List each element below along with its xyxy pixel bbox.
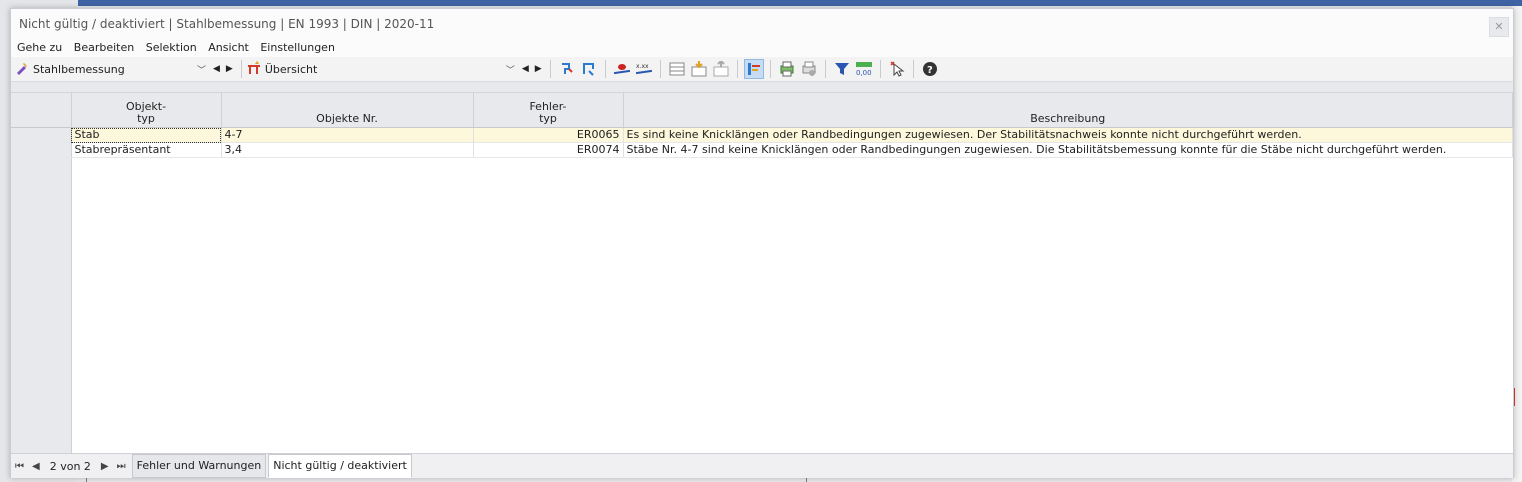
next-module-icon[interactable]: ▶ [226, 64, 233, 74]
select-icon[interactable] [557, 59, 577, 79]
menu-einstellungen[interactable]: Einstellungen [260, 41, 335, 54]
close-button[interactable]: ✕ [1489, 17, 1509, 37]
pointer-icon[interactable] [887, 59, 907, 79]
cell-beschreibung[interactable]: Stäbe Nr. 4-7 sind keine Knicklängen ode… [623, 142, 1513, 158]
title-bar: Nicht gültig / deaktiviert | Stahlbemess… [11, 9, 1513, 39]
svg-text:?: ? [927, 65, 933, 76]
view-select-value: Übersicht [264, 62, 318, 76]
toolbar: Stahlbemessung ﹀ ◀ ▶ Übersicht ﹀ ◀ ▶ x.x… [11, 57, 1513, 82]
cell-fehlertyp[interactable]: ER0065 [473, 127, 624, 143]
cell-objekte-nr[interactable]: 3,4 [221, 142, 474, 158]
print-icon[interactable] [777, 59, 797, 79]
table-row[interactable]: Stabrepräsentant 3,4 ER0074 Stäbe Nr. 4-… [11, 142, 1513, 158]
close-icon: ✕ [1494, 20, 1504, 33]
background-app-header [78, 0, 1522, 6]
first-page-icon[interactable]: ⏮ [15, 461, 24, 472]
chevron-down-icon: ﹀ [196, 65, 206, 76]
menu-gehe-zu[interactable]: Gehe zu [17, 41, 62, 54]
row-header[interactable] [11, 127, 72, 143]
cell-fehlertyp[interactable]: ER0074 [473, 142, 624, 158]
prev-view-icon[interactable]: ◀ [522, 64, 529, 74]
export-icon[interactable] [711, 59, 731, 79]
row-header-corner [11, 93, 72, 128]
sheet-navigation-bar: ⏮ ◀ 2 von 2 ▶ ⏭ Fehler und Warnungen Nic… [11, 453, 1513, 478]
error-table: Objekt- typ Objekte Nr. Fehler- typ Besc… [11, 93, 1513, 158]
tab-nicht-gueltig-deaktiviert[interactable]: Nicht gültig / deaktiviert [268, 454, 412, 478]
toolbar-separator [879, 60, 881, 78]
toolbar-separator [604, 60, 606, 78]
toolbar-separator [736, 60, 738, 78]
view-select[interactable]: Übersicht ﹀ [246, 59, 519, 79]
header-line: typ [137, 112, 155, 125]
menu-selektion[interactable]: Selektion [146, 41, 197, 54]
visibility-icon[interactable] [612, 59, 632, 79]
steel-design-icon [15, 61, 29, 78]
import-icon[interactable] [689, 59, 709, 79]
module-select-value: Stahlbemessung [33, 62, 125, 76]
column-header-fehlertyp[interactable]: Fehler- typ [473, 93, 624, 128]
highlight-icon[interactable] [743, 59, 764, 79]
overview-icon [247, 60, 261, 78]
last-page-icon[interactable]: ⏭ [117, 461, 126, 472]
table-dialog: Nicht gültig / deaktiviert | Stahlbemess… [10, 8, 1514, 478]
prev-module-icon[interactable]: ◀ [213, 64, 220, 74]
cell-objekte-nr[interactable]: 4-7 [221, 127, 474, 143]
module-select[interactable]: Stahlbemessung ﹀ [15, 59, 210, 79]
cell-objekttyp[interactable]: Stab [71, 127, 222, 143]
page-indicator: 2 von 2 [49, 459, 91, 473]
help-icon[interactable]: ? [920, 59, 940, 79]
toolbar-separator [240, 60, 242, 78]
next-view-icon[interactable]: ▶ [535, 64, 542, 74]
cell-objekttyp[interactable]: Stabrepräsentant [71, 142, 222, 158]
toolbar-separator [912, 60, 914, 78]
toolbar-separator [769, 60, 771, 78]
results-table-area: Objekt- typ Objekte Nr. Fehler- typ Besc… [11, 81, 1513, 454]
table-icon[interactable] [667, 59, 687, 79]
menu-ansicht[interactable]: Ansicht [208, 41, 249, 54]
row-header[interactable] [11, 142, 72, 158]
print-settings-icon[interactable] [799, 59, 819, 79]
window-title: Nicht gültig / deaktiviert | Stahlbemess… [19, 17, 435, 31]
table-header-row: Objekt- typ Objekte Nr. Fehler- typ Besc… [11, 93, 1513, 128]
toolbar-separator [659, 60, 661, 78]
svg-text:x.xx: x.xx [636, 63, 649, 70]
chevron-down-icon: ﹀ [505, 65, 515, 76]
header-strip [11, 82, 1513, 93]
tab-fehler-und-warnungen[interactable]: Fehler und Warnungen [131, 454, 267, 478]
menu-bearbeiten[interactable]: Bearbeiten [74, 41, 134, 54]
prev-page-icon[interactable]: ◀ [32, 461, 40, 472]
toolbar-separator [549, 60, 551, 78]
column-header-objekttyp[interactable]: Objekt- typ [71, 93, 222, 128]
toolbar-separator [824, 60, 826, 78]
values-icon[interactable]: x.xx [634, 59, 654, 79]
menu-bar: Gehe zu Bearbeiten Selektion Ansicht Ein… [11, 39, 1513, 57]
svg-text:0,00: 0,00 [856, 69, 872, 77]
column-header-objekte-nr[interactable]: Objekte Nr. [221, 93, 474, 128]
header-line: typ [539, 112, 557, 125]
cell-beschreibung[interactable]: Es sind keine Knicklängen oder Randbedin… [623, 127, 1513, 143]
row-header-column [11, 158, 72, 454]
next-page-icon[interactable]: ▶ [101, 461, 109, 472]
filter-icon[interactable] [832, 59, 852, 79]
deselect-icon[interactable] [579, 59, 599, 79]
column-header-beschreibung[interactable]: Beschreibung [623, 93, 1513, 128]
decimal-icon[interactable]: 0,00 [854, 59, 874, 79]
table-row[interactable]: Stab 4-7 ER0065 Es sind keine Knicklänge… [11, 127, 1513, 143]
